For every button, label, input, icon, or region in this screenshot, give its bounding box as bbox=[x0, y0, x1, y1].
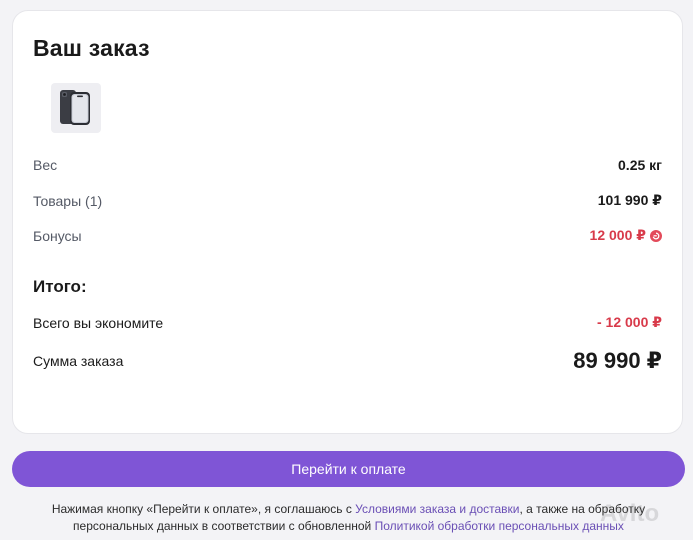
order-title: Ваш заказ bbox=[33, 35, 150, 61]
weight-value: 0.25 кг bbox=[618, 157, 662, 173]
bonus-icon bbox=[650, 229, 662, 242]
weight-label: Вес bbox=[33, 157, 58, 173]
savings-value: - 12 000 ₽ bbox=[596, 314, 662, 330]
savings-label: Всего вы экономите bbox=[33, 314, 164, 331]
go-to-payment-button[interactable]: Перейти к оплате bbox=[12, 451, 685, 487]
order-summary-card: Ваш заказ Вес 0.25 кг Товары (1) 101 990… bbox=[12, 10, 683, 434]
weight-row: Вес 0.25 кг bbox=[33, 157, 662, 173]
bonus-amount: 12 000 ₽ bbox=[590, 227, 662, 244]
goods-value: 101 990 ₽ bbox=[597, 192, 662, 208]
totals-heading: Итого: bbox=[33, 277, 87, 296]
privacy-policy-link[interactable]: Политикой обработки персональных данных bbox=[375, 519, 624, 533]
goods-row: Товары (1) 101 990 ₽ bbox=[33, 192, 662, 209]
bonus-value: 12 000 ₽ bbox=[589, 227, 646, 243]
bonus-symbol-icon bbox=[652, 232, 660, 239]
order-sum-label: Сумма заказа bbox=[33, 353, 124, 369]
bonus-label: Бонусы bbox=[33, 227, 82, 244]
legal-notice: Нажимая кнопку «Перейти к оплате», я сог… bbox=[12, 501, 685, 535]
savings-row: Всего вы экономите - 12 000 ₽ bbox=[33, 314, 662, 331]
order-sum-value: 89 990 ₽ bbox=[573, 348, 662, 373]
smartphone-image bbox=[60, 90, 90, 125]
watermark-logo: Avito bbox=[600, 500, 660, 527]
product-thumbnail[interactable] bbox=[51, 83, 101, 133]
goods-label: Товары (1) bbox=[33, 192, 103, 209]
legal-text-1: Нажимая кнопку «Перейти к оплате», я сог… bbox=[51, 502, 356, 516]
terms-link[interactable]: Условиями заказа и доставки bbox=[355, 502, 519, 516]
bonus-row: Бонусы 12 000 ₽ bbox=[33, 227, 662, 244]
order-sum-row: Сумма заказа 89 990 ₽ bbox=[33, 348, 662, 374]
